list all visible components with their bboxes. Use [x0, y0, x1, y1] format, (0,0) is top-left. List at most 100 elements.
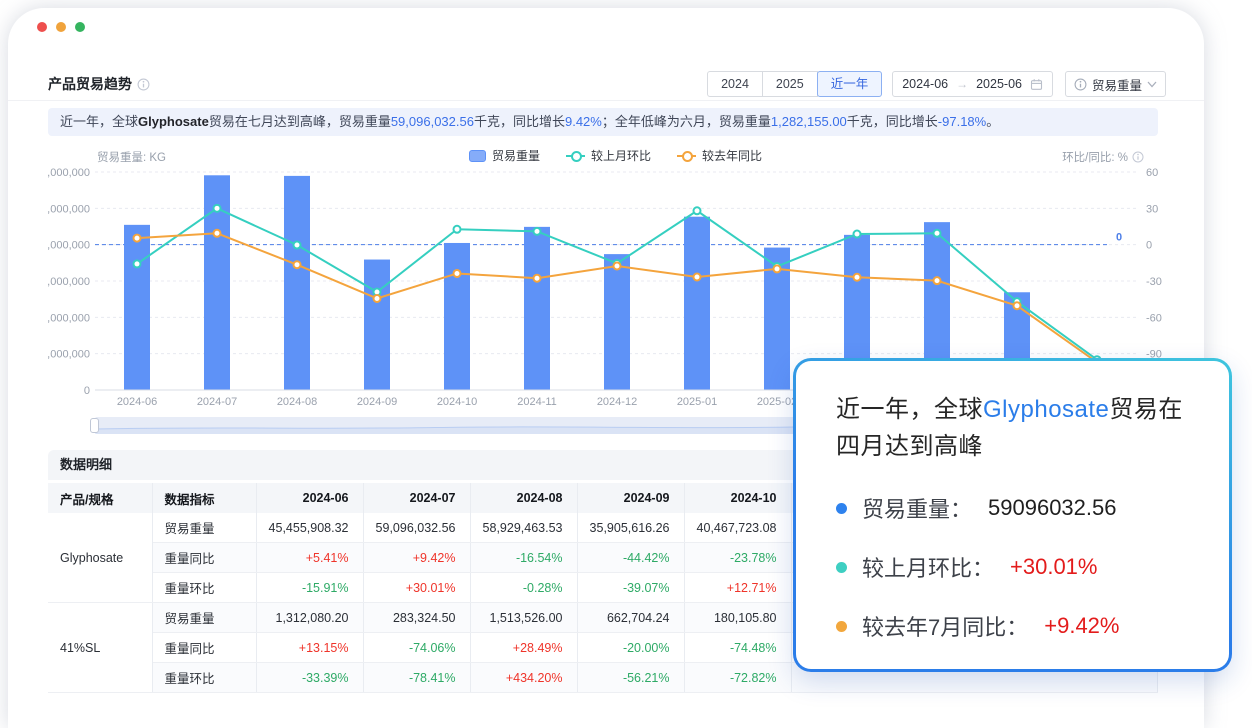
- popup-row-mom: 较上月环比： +30.01%: [836, 551, 1189, 583]
- table-col-metric: 数据指标: [152, 483, 256, 513]
- table-cell-value: 180,105.80: [684, 603, 791, 633]
- popup-title: 近一年，全球Glyphosate贸易在四月达到高峰: [836, 391, 1189, 465]
- date-start: 2024-06: [902, 77, 948, 91]
- table-cell-value: +5.41%: [256, 543, 363, 573]
- svg-text:2025-02: 2025-02: [757, 396, 797, 408]
- table-cell-value: -39.07%: [577, 573, 684, 603]
- svg-text:2024-12: 2024-12: [597, 396, 637, 408]
- table-cell-value: 35,905,616.26: [577, 513, 684, 543]
- popup-row-value: +9.42%: [1044, 613, 1119, 639]
- table-col-month: 2024-07: [363, 483, 470, 513]
- title-info-icon[interactable]: [137, 78, 150, 91]
- table-cell-value: 58,929,463.53: [470, 513, 577, 543]
- svg-text:2024-09: 2024-09: [357, 396, 397, 408]
- table-cell-value: +434.20%: [470, 663, 577, 693]
- table-cell-metric: 贸易重量: [152, 603, 256, 633]
- svg-text:30,000,000: 30,000,000: [48, 276, 90, 288]
- table-cell-value: +12.71%: [684, 573, 791, 603]
- mom-dot-icon: [836, 562, 847, 573]
- table-cell-metric: 重量环比: [152, 573, 256, 603]
- table-cell-value: -20.00%: [577, 633, 684, 663]
- table-cell-value: -72.82%: [684, 663, 791, 693]
- summary-low-weight: 1,282,155.00: [771, 114, 847, 129]
- popup-row-label: 较上月环比：: [862, 551, 994, 583]
- summary-peak-yoy: 9.42%: [565, 114, 602, 129]
- table-cell-value: -0.28%: [470, 573, 577, 603]
- insight-popup: 近一年，全球Glyphosate贸易在四月达到高峰 贸易重量： 59096032…: [793, 358, 1232, 672]
- svg-text:20,000,000: 20,000,000: [48, 312, 90, 324]
- table-col-month: 2024-06: [256, 483, 363, 513]
- period-segment: 2024 2025 近一年: [707, 71, 882, 97]
- header-divider: [8, 100, 1204, 101]
- table-cell-product: Glyphosate: [48, 513, 152, 603]
- popup-row-value: +30.01%: [1010, 554, 1097, 580]
- table-cell-metric: 贸易重量: [152, 513, 256, 543]
- table-cell-value: -23.78%: [684, 543, 791, 573]
- table-cell-value: 1,312,080.20: [256, 603, 363, 633]
- summary-text: 千克，同比增长: [847, 114, 938, 129]
- svg-text:2024-06: 2024-06: [117, 396, 157, 408]
- chevron-down-icon: [1147, 81, 1157, 88]
- table-cell-value: -16.54%: [470, 543, 577, 573]
- table-cell-value: -33.39%: [256, 663, 363, 693]
- svg-text:40,000,000: 40,000,000: [48, 240, 90, 252]
- page-title: 产品贸易趋势: [48, 74, 132, 94]
- svg-text:-60: -60: [1146, 312, 1162, 324]
- svg-text:2024-08: 2024-08: [277, 396, 317, 408]
- year-2025-button[interactable]: 2025: [762, 71, 818, 97]
- table-cell-value: -15.91%: [256, 573, 363, 603]
- table-col-month: 2024-08: [470, 483, 577, 513]
- table-cell-value: -44.42%: [577, 543, 684, 573]
- table-cell-value: -56.21%: [577, 663, 684, 693]
- table-cell-value: -74.06%: [363, 633, 470, 663]
- recent-year-button[interactable]: 近一年: [817, 71, 883, 97]
- metric-info-icon: [1074, 78, 1087, 91]
- table-cell-value: 59,096,032.56: [363, 513, 470, 543]
- window-controls: [37, 22, 85, 32]
- svg-text:60: 60: [1146, 167, 1158, 179]
- table-cell-value: +13.15%: [256, 633, 363, 663]
- weight-dot-icon: [836, 503, 847, 514]
- popup-title-text: 近一年，全球: [836, 396, 983, 423]
- section-header: 产品贸易趋势 2024 2025 近一年 2024-06 → 2025-06 贸…: [48, 70, 1166, 98]
- table-cell-product: 41%SL: [48, 603, 152, 693]
- summary-banner: 近一年，全球Glyphosate贸易在七月达到高峰，贸易重量59,096,032…: [48, 108, 1158, 136]
- svg-text:50,000,000: 50,000,000: [48, 203, 90, 215]
- table-cell-value: 283,324.50: [363, 603, 470, 633]
- popup-row-label: 贸易重量：: [862, 492, 972, 524]
- table-cell-value: 1,513,526.00: [470, 603, 577, 633]
- table-col-product: 产品/规格: [48, 483, 152, 513]
- summary-low-yoy: -97.18%: [938, 114, 986, 129]
- calendar-icon: [1030, 78, 1043, 91]
- svg-text:60,000,000: 60,000,000: [48, 167, 90, 179]
- svg-text:0: 0: [1146, 240, 1152, 252]
- svg-text:2024-07: 2024-07: [197, 396, 237, 408]
- year-2024-button[interactable]: 2024: [707, 71, 763, 97]
- summary-text: 近一年，全球: [60, 114, 138, 129]
- table-cell-value: +28.49%: [470, 633, 577, 663]
- svg-text:2024-11: 2024-11: [517, 396, 557, 408]
- table-cell-value: 40,467,723.08: [684, 513, 791, 543]
- date-range-picker[interactable]: 2024-06 → 2025-06: [892, 71, 1053, 97]
- close-button[interactable]: [37, 22, 47, 32]
- svg-text:2025-01: 2025-01: [677, 396, 717, 408]
- metric-dropdown-label: 贸易重量: [1092, 75, 1142, 94]
- insight-popup-body: 近一年，全球Glyphosate贸易在四月达到高峰 贸易重量： 59096032…: [796, 361, 1229, 669]
- svg-text:30: 30: [1146, 203, 1158, 215]
- summary-peak-weight: 59,096,032.56: [391, 114, 474, 129]
- table-cell-value: -78.41%: [363, 663, 470, 693]
- summary-product: Glyphosate: [138, 114, 209, 129]
- table-cell-value: +30.01%: [363, 573, 470, 603]
- table-cell-value: -74.48%: [684, 633, 791, 663]
- table-col-month: 2024-09: [577, 483, 684, 513]
- fullscreen-button[interactable]: [75, 22, 85, 32]
- table-cell-value: 45,455,908.32: [256, 513, 363, 543]
- metric-dropdown[interactable]: 贸易重量: [1065, 71, 1166, 97]
- table-cell-value: 662,704.24: [577, 603, 684, 633]
- minimize-button[interactable]: [56, 22, 66, 32]
- table-cell-metric: 重量同比: [152, 543, 256, 573]
- table-cell-metric: 重量同比: [152, 633, 256, 663]
- summary-text: 贸易在七月达到高峰，贸易重量: [209, 114, 391, 129]
- zoom-slider-handle[interactable]: [90, 418, 99, 433]
- summary-text: 千克，同比增长: [474, 114, 565, 129]
